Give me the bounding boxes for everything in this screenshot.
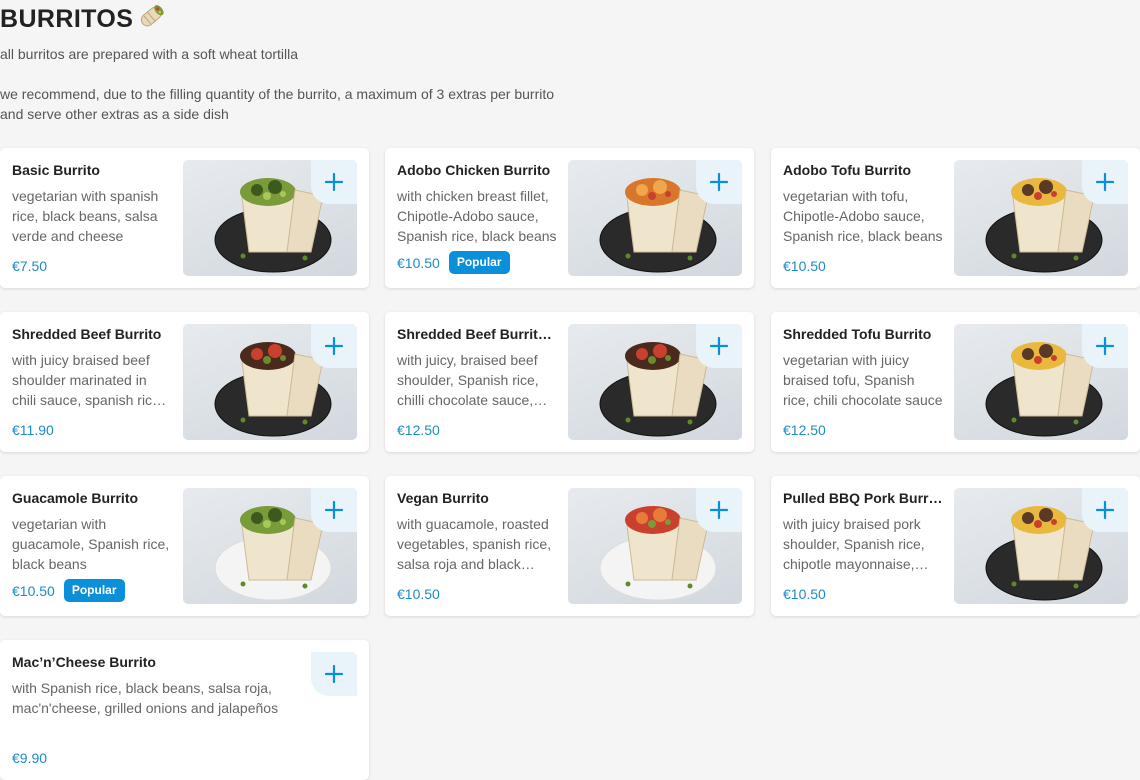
menu-item-price-row: €10.50 (397, 586, 440, 602)
menu-item-price-row: €10.50 Popular (397, 251, 510, 274)
plus-icon (1096, 337, 1114, 355)
menu-item-price-row: €12.50 (397, 422, 440, 438)
section-title-text: BURRITOS (0, 5, 134, 33)
plus-icon (325, 665, 343, 683)
menu-item-card[interactable]: Shredded Tofu Burrito vegetarian with jui… (771, 312, 1140, 452)
menu-item-price: €10.50 (12, 582, 55, 599)
menu-item-description: with juicy braised pork shoulder, Spanis… (783, 516, 925, 572)
menu-item-card[interactable]: Shredded Beef Burrito with juicy braised … (0, 312, 369, 452)
menu-item-name: Shredded Beef Burrito (12, 326, 162, 342)
plus-icon (1096, 173, 1114, 191)
menu-item-name: Shredded Beef Burrito Deluxe (397, 326, 559, 342)
menu-item-price: €12.50 (397, 422, 440, 438)
add-to-cart-button[interactable] (1082, 324, 1128, 368)
menu-item-name: Mac’n’Cheese Burrito (12, 654, 156, 670)
plus-icon (325, 501, 343, 519)
add-to-cart-button[interactable] (311, 160, 357, 204)
menu-item-price-row: €10.50 (783, 586, 826, 602)
menu-item-price: €10.50 (783, 586, 826, 602)
plus-icon (325, 337, 343, 355)
menu-item-card[interactable]: Vegan Burrito with guacamole, roasted veg… (385, 476, 754, 616)
menu-item-price: €12.50 (783, 422, 826, 438)
menu-item-price-row: €10.50 Popular (12, 579, 125, 602)
menu-item-price-row: €9.90 (12, 750, 47, 766)
menu-item-card[interactable]: Shredded Beef Burrito Deluxe with juicy, … (385, 312, 754, 452)
menu-item-card[interactable]: Pulled BBQ Pork Burrito with juicy braise… (771, 476, 1140, 616)
menu-item-name: Adobo Chicken Burrito (397, 162, 551, 178)
menu-item-card[interactable]: Adobo Chicken Burrito with chicken breast… (385, 148, 754, 288)
menu-item-price: €7.50 (12, 258, 48, 274)
add-to-cart-button[interactable] (311, 652, 357, 696)
popular-badge: Popular (63, 579, 125, 602)
add-to-cart-button[interactable] (311, 488, 357, 532)
menu-item-description: with juicy, braised beef shoulder, Spani… (397, 352, 539, 408)
popular-badge: Popular (448, 251, 510, 274)
menu-item-card[interactable]: Guacamole Burrito vegetarian with guacamo… (0, 476, 369, 616)
menu-item-description: vegetarian with spanish rice, black bean… (12, 188, 159, 244)
menu-item-price: €10.50 (783, 258, 826, 274)
plus-icon (710, 501, 728, 519)
plus-icon (325, 173, 343, 191)
menu-item-price-row: €11.90 (12, 422, 54, 438)
menu-item-name: Pulled BBQ Pork Burrito (783, 490, 945, 506)
menu-item-name: Vegan Burrito (397, 490, 489, 506)
menu-item-price-row: €7.50 (12, 258, 47, 274)
menu-item-price: €10.50 (397, 254, 440, 271)
menu-item-description: with chicken breast fillet, Chipotle-Ado… (397, 188, 557, 244)
menu-item-name: Adobo Tofu Burrito (783, 162, 912, 178)
section-title: BURRITOS (0, 2, 167, 37)
menu-item-description: vegetarian with guacamole, Spanish rice,… (12, 516, 170, 572)
add-to-cart-button[interactable] (311, 324, 357, 368)
menu-item-card[interactable]: Adobo Tofu Burrito vegetarian with tofu, … (771, 148, 1140, 288)
menu-item-card[interactable]: Mac’n’Cheese Burrito with Spanish rice, b… (0, 640, 369, 780)
plus-icon (710, 173, 728, 191)
menu-item-description: vegetarian with juicy braised tofu, Span… (783, 352, 943, 408)
menu-item-name: Basic Burrito (12, 162, 100, 178)
add-to-cart-button[interactable] (1082, 160, 1128, 204)
intro-recommendation: we recommend, due to the filling quantit… (0, 86, 555, 102)
menu-item-price-row: €12.50 (783, 422, 826, 438)
plus-icon (1096, 501, 1114, 519)
add-to-cart-button[interactable] (1082, 488, 1128, 532)
menu-item-price: €9.90 (12, 750, 48, 766)
menu-item-description: vegetarian with tofu, Chipotle-Adobo sau… (783, 188, 943, 244)
intro-tortilla: all burritos are prepared with a soft wh… (0, 46, 299, 62)
menu-item-name: Shredded Tofu Burrito (783, 326, 932, 342)
menu-item-price: €10.50 (397, 586, 440, 602)
menu-item-card[interactable]: Basic Burrito vegetarian with spanish ric… (0, 148, 369, 288)
burrito-icon (137, 2, 167, 37)
menu-item-description: with guacamole, roasted vegetables, span… (397, 516, 552, 572)
menu-item-name: Guacamole Burrito (12, 490, 139, 506)
add-to-cart-button[interactable] (696, 488, 742, 532)
add-to-cart-button[interactable] (696, 324, 742, 368)
menu-item-description: with Spanish rice, black beans, salsa ro… (12, 680, 279, 716)
menu-item-description: with juicy braised beef shoulder marinat… (12, 352, 164, 408)
menu-item-price: €11.90 (12, 422, 54, 438)
menu-item-price-row: €10.50 (783, 258, 826, 274)
intro-recommendation-cont: and serve other extras as a side dish (0, 106, 229, 122)
add-to-cart-button[interactable] (696, 160, 742, 204)
plus-icon (710, 337, 728, 355)
